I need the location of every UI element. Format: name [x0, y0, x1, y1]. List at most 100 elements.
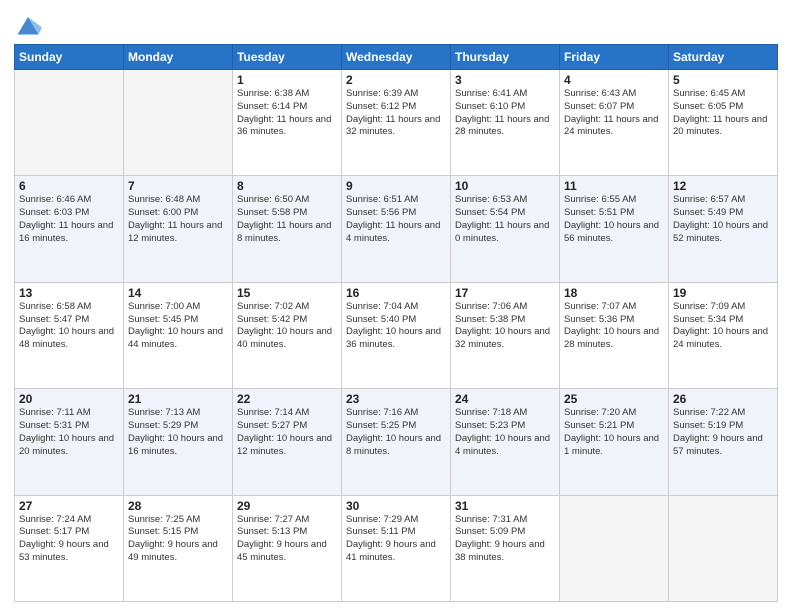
calendar-cell: 15Sunrise: 7:02 AM Sunset: 5:42 PM Dayli…: [233, 282, 342, 388]
day-info: Sunrise: 7:16 AM Sunset: 5:25 PM Dayligh…: [346, 407, 446, 458]
day-number: 3: [455, 73, 555, 87]
day-info: Sunrise: 7:07 AM Sunset: 5:36 PM Dayligh…: [564, 301, 664, 352]
day-info: Sunrise: 6:48 AM Sunset: 6:00 PM Dayligh…: [128, 194, 228, 245]
day-number: 8: [237, 179, 337, 193]
day-number: 22: [237, 392, 337, 406]
day-number: 30: [346, 499, 446, 513]
day-info: Sunrise: 6:43 AM Sunset: 6:07 PM Dayligh…: [564, 88, 664, 139]
day-info: Sunrise: 7:13 AM Sunset: 5:29 PM Dayligh…: [128, 407, 228, 458]
col-header-friday: Friday: [560, 45, 669, 70]
day-number: 12: [673, 179, 773, 193]
calendar-cell: [560, 495, 669, 601]
day-info: Sunrise: 6:51 AM Sunset: 5:56 PM Dayligh…: [346, 194, 446, 245]
day-number: 2: [346, 73, 446, 87]
calendar-cell: 29Sunrise: 7:27 AM Sunset: 5:13 PM Dayli…: [233, 495, 342, 601]
day-info: Sunrise: 6:39 AM Sunset: 6:12 PM Dayligh…: [346, 88, 446, 139]
page: SundayMondayTuesdayWednesdayThursdayFrid…: [0, 0, 792, 612]
logo-icon: [14, 10, 42, 38]
calendar-cell: 5Sunrise: 6:45 AM Sunset: 6:05 PM Daylig…: [669, 70, 778, 176]
day-number: 16: [346, 286, 446, 300]
day-number: 14: [128, 286, 228, 300]
calendar-cell: 13Sunrise: 6:58 AM Sunset: 5:47 PM Dayli…: [15, 282, 124, 388]
calendar-week-row: 1Sunrise: 6:38 AM Sunset: 6:14 PM Daylig…: [15, 70, 778, 176]
calendar-cell: 1Sunrise: 6:38 AM Sunset: 6:14 PM Daylig…: [233, 70, 342, 176]
calendar-cell: [669, 495, 778, 601]
calendar-week-row: 6Sunrise: 6:46 AM Sunset: 6:03 PM Daylig…: [15, 176, 778, 282]
calendar-cell: [124, 70, 233, 176]
day-info: Sunrise: 7:09 AM Sunset: 5:34 PM Dayligh…: [673, 301, 773, 352]
calendar-week-row: 13Sunrise: 6:58 AM Sunset: 5:47 PM Dayli…: [15, 282, 778, 388]
day-number: 7: [128, 179, 228, 193]
calendar-cell: 7Sunrise: 6:48 AM Sunset: 6:00 PM Daylig…: [124, 176, 233, 282]
calendar-cell: 26Sunrise: 7:22 AM Sunset: 5:19 PM Dayli…: [669, 389, 778, 495]
day-info: Sunrise: 7:18 AM Sunset: 5:23 PM Dayligh…: [455, 407, 555, 458]
calendar-cell: 28Sunrise: 7:25 AM Sunset: 5:15 PM Dayli…: [124, 495, 233, 601]
calendar-cell: 11Sunrise: 6:55 AM Sunset: 5:51 PM Dayli…: [560, 176, 669, 282]
calendar-cell: 20Sunrise: 7:11 AM Sunset: 5:31 PM Dayli…: [15, 389, 124, 495]
header: [14, 10, 778, 38]
calendar-week-row: 20Sunrise: 7:11 AM Sunset: 5:31 PM Dayli…: [15, 389, 778, 495]
calendar-table: SundayMondayTuesdayWednesdayThursdayFrid…: [14, 44, 778, 602]
day-number: 17: [455, 286, 555, 300]
day-info: Sunrise: 7:02 AM Sunset: 5:42 PM Dayligh…: [237, 301, 337, 352]
day-number: 18: [564, 286, 664, 300]
calendar-cell: 8Sunrise: 6:50 AM Sunset: 5:58 PM Daylig…: [233, 176, 342, 282]
day-number: 26: [673, 392, 773, 406]
calendar-cell: 10Sunrise: 6:53 AM Sunset: 5:54 PM Dayli…: [451, 176, 560, 282]
calendar-cell: 12Sunrise: 6:57 AM Sunset: 5:49 PM Dayli…: [669, 176, 778, 282]
day-number: 23: [346, 392, 446, 406]
col-header-sunday: Sunday: [15, 45, 124, 70]
day-info: Sunrise: 7:04 AM Sunset: 5:40 PM Dayligh…: [346, 301, 446, 352]
calendar-week-row: 27Sunrise: 7:24 AM Sunset: 5:17 PM Dayli…: [15, 495, 778, 601]
day-number: 25: [564, 392, 664, 406]
day-number: 6: [19, 179, 119, 193]
calendar-cell: 9Sunrise: 6:51 AM Sunset: 5:56 PM Daylig…: [342, 176, 451, 282]
day-info: Sunrise: 7:27 AM Sunset: 5:13 PM Dayligh…: [237, 514, 337, 565]
day-number: 10: [455, 179, 555, 193]
day-info: Sunrise: 6:46 AM Sunset: 6:03 PM Dayligh…: [19, 194, 119, 245]
calendar-cell: 17Sunrise: 7:06 AM Sunset: 5:38 PM Dayli…: [451, 282, 560, 388]
logo: [14, 10, 46, 38]
calendar-cell: 14Sunrise: 7:00 AM Sunset: 5:45 PM Dayli…: [124, 282, 233, 388]
col-header-thursday: Thursday: [451, 45, 560, 70]
day-number: 24: [455, 392, 555, 406]
day-number: 28: [128, 499, 228, 513]
day-info: Sunrise: 7:22 AM Sunset: 5:19 PM Dayligh…: [673, 407, 773, 458]
calendar-cell: 18Sunrise: 7:07 AM Sunset: 5:36 PM Dayli…: [560, 282, 669, 388]
calendar-cell: [15, 70, 124, 176]
calendar-cell: 22Sunrise: 7:14 AM Sunset: 5:27 PM Dayli…: [233, 389, 342, 495]
calendar-cell: 24Sunrise: 7:18 AM Sunset: 5:23 PM Dayli…: [451, 389, 560, 495]
day-info: Sunrise: 7:24 AM Sunset: 5:17 PM Dayligh…: [19, 514, 119, 565]
calendar-cell: 16Sunrise: 7:04 AM Sunset: 5:40 PM Dayli…: [342, 282, 451, 388]
day-number: 9: [346, 179, 446, 193]
day-info: Sunrise: 7:11 AM Sunset: 5:31 PM Dayligh…: [19, 407, 119, 458]
col-header-saturday: Saturday: [669, 45, 778, 70]
day-info: Sunrise: 6:55 AM Sunset: 5:51 PM Dayligh…: [564, 194, 664, 245]
day-info: Sunrise: 6:53 AM Sunset: 5:54 PM Dayligh…: [455, 194, 555, 245]
day-info: Sunrise: 6:38 AM Sunset: 6:14 PM Dayligh…: [237, 88, 337, 139]
day-info: Sunrise: 6:50 AM Sunset: 5:58 PM Dayligh…: [237, 194, 337, 245]
day-info: Sunrise: 7:06 AM Sunset: 5:38 PM Dayligh…: [455, 301, 555, 352]
day-info: Sunrise: 6:57 AM Sunset: 5:49 PM Dayligh…: [673, 194, 773, 245]
day-info: Sunrise: 6:58 AM Sunset: 5:47 PM Dayligh…: [19, 301, 119, 352]
day-number: 20: [19, 392, 119, 406]
day-number: 11: [564, 179, 664, 193]
calendar-cell: 31Sunrise: 7:31 AM Sunset: 5:09 PM Dayli…: [451, 495, 560, 601]
day-info: Sunrise: 7:20 AM Sunset: 5:21 PM Dayligh…: [564, 407, 664, 458]
day-number: 31: [455, 499, 555, 513]
calendar-cell: 27Sunrise: 7:24 AM Sunset: 5:17 PM Dayli…: [15, 495, 124, 601]
day-number: 19: [673, 286, 773, 300]
day-number: 4: [564, 73, 664, 87]
day-number: 15: [237, 286, 337, 300]
calendar-cell: 21Sunrise: 7:13 AM Sunset: 5:29 PM Dayli…: [124, 389, 233, 495]
col-header-monday: Monday: [124, 45, 233, 70]
day-number: 5: [673, 73, 773, 87]
day-info: Sunrise: 6:45 AM Sunset: 6:05 PM Dayligh…: [673, 88, 773, 139]
day-number: 27: [19, 499, 119, 513]
day-number: 29: [237, 499, 337, 513]
calendar-cell: 6Sunrise: 6:46 AM Sunset: 6:03 PM Daylig…: [15, 176, 124, 282]
calendar-cell: 25Sunrise: 7:20 AM Sunset: 5:21 PM Dayli…: [560, 389, 669, 495]
calendar-cell: 19Sunrise: 7:09 AM Sunset: 5:34 PM Dayli…: [669, 282, 778, 388]
day-number: 21: [128, 392, 228, 406]
calendar-cell: 30Sunrise: 7:29 AM Sunset: 5:11 PM Dayli…: [342, 495, 451, 601]
